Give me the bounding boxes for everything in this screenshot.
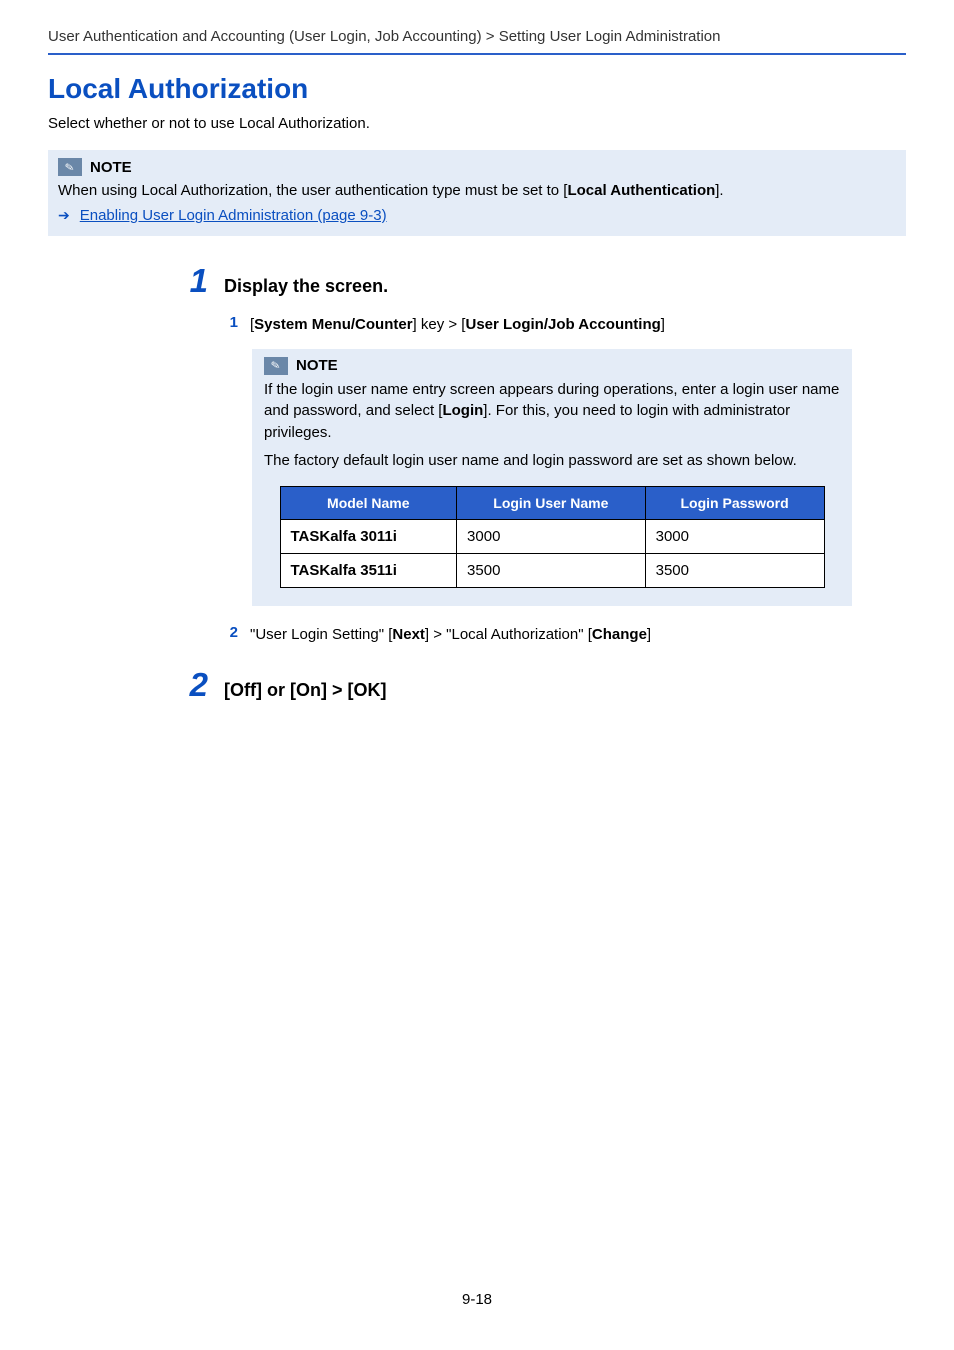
- xref-link[interactable]: Enabling User Login Administration (page…: [80, 207, 387, 224]
- table-header-row: Model Name Login User Name Login Passwor…: [280, 486, 824, 519]
- table-row: TASKalfa 3011i 3000 3000: [280, 519, 824, 553]
- note-label: NOTE: [90, 159, 132, 176]
- substep-num: 1: [224, 314, 238, 337]
- note-text: When using Local Authorization, the user…: [58, 180, 896, 201]
- inner-note-p1: If the login user name entry screen appe…: [264, 379, 840, 444]
- intro-text: Select whether or not to use Local Autho…: [48, 115, 906, 132]
- th-pass: Login Password: [645, 486, 824, 519]
- substep-num: 2: [224, 624, 238, 647]
- td-model: TASKalfa 3511i: [280, 553, 457, 587]
- credentials-table: Model Name Login User Name Login Passwor…: [280, 486, 825, 588]
- note-icon: [58, 158, 82, 176]
- table-row: TASKalfa 3511i 3500 3500: [280, 553, 824, 587]
- substep-text: [System Menu/Counter] key > [User Login/…: [250, 314, 665, 337]
- td-model: TASKalfa 3011i: [280, 519, 457, 553]
- note-label: NOTE: [296, 357, 338, 374]
- step-2: 2 [Off] or [On] > [OK]: [180, 666, 906, 704]
- arrow-right-icon: ➔: [58, 207, 70, 224]
- inner-note: NOTE If the login user name entry screen…: [252, 349, 852, 606]
- step-title-1: Display the screen.: [224, 276, 388, 297]
- breadcrumb: User Authentication and Accounting (User…: [48, 28, 906, 55]
- inner-note-p2: The factory default login user name and …: [264, 450, 840, 472]
- substep-1-2: 2 "User Login Setting" [Next] > "Local A…: [224, 624, 906, 647]
- step-1: 1 Display the screen. 1 [System Menu/Cou…: [180, 262, 906, 646]
- th-user: Login User Name: [457, 486, 646, 519]
- step-number-2: 2: [180, 666, 208, 704]
- td-user: 3500: [457, 553, 646, 587]
- th-model: Model Name: [280, 486, 457, 519]
- td-user: 3000: [457, 519, 646, 553]
- step-title-2: [Off] or [On] > [OK]: [224, 680, 386, 701]
- substep-text: "User Login Setting" [Next] > "Local Aut…: [250, 624, 651, 647]
- step-number-1: 1: [180, 262, 208, 300]
- td-pass: 3000: [645, 519, 824, 553]
- substep-1-1: 1 [System Menu/Counter] key > [User Logi…: [224, 314, 906, 337]
- td-pass: 3500: [645, 553, 824, 587]
- page-title: Local Authorization: [48, 73, 906, 105]
- note-box-top: NOTE When using Local Authorization, the…: [48, 150, 906, 236]
- note-icon: [264, 357, 288, 375]
- page-number: 9-18: [0, 1291, 954, 1308]
